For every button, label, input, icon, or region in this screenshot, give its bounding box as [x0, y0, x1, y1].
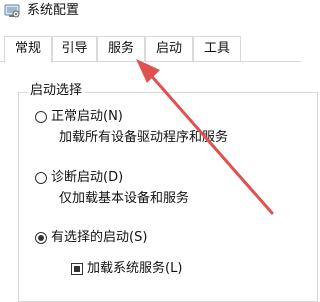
tab-label: 常规	[14, 41, 41, 56]
tab-general[interactable]: 常规	[4, 36, 52, 63]
